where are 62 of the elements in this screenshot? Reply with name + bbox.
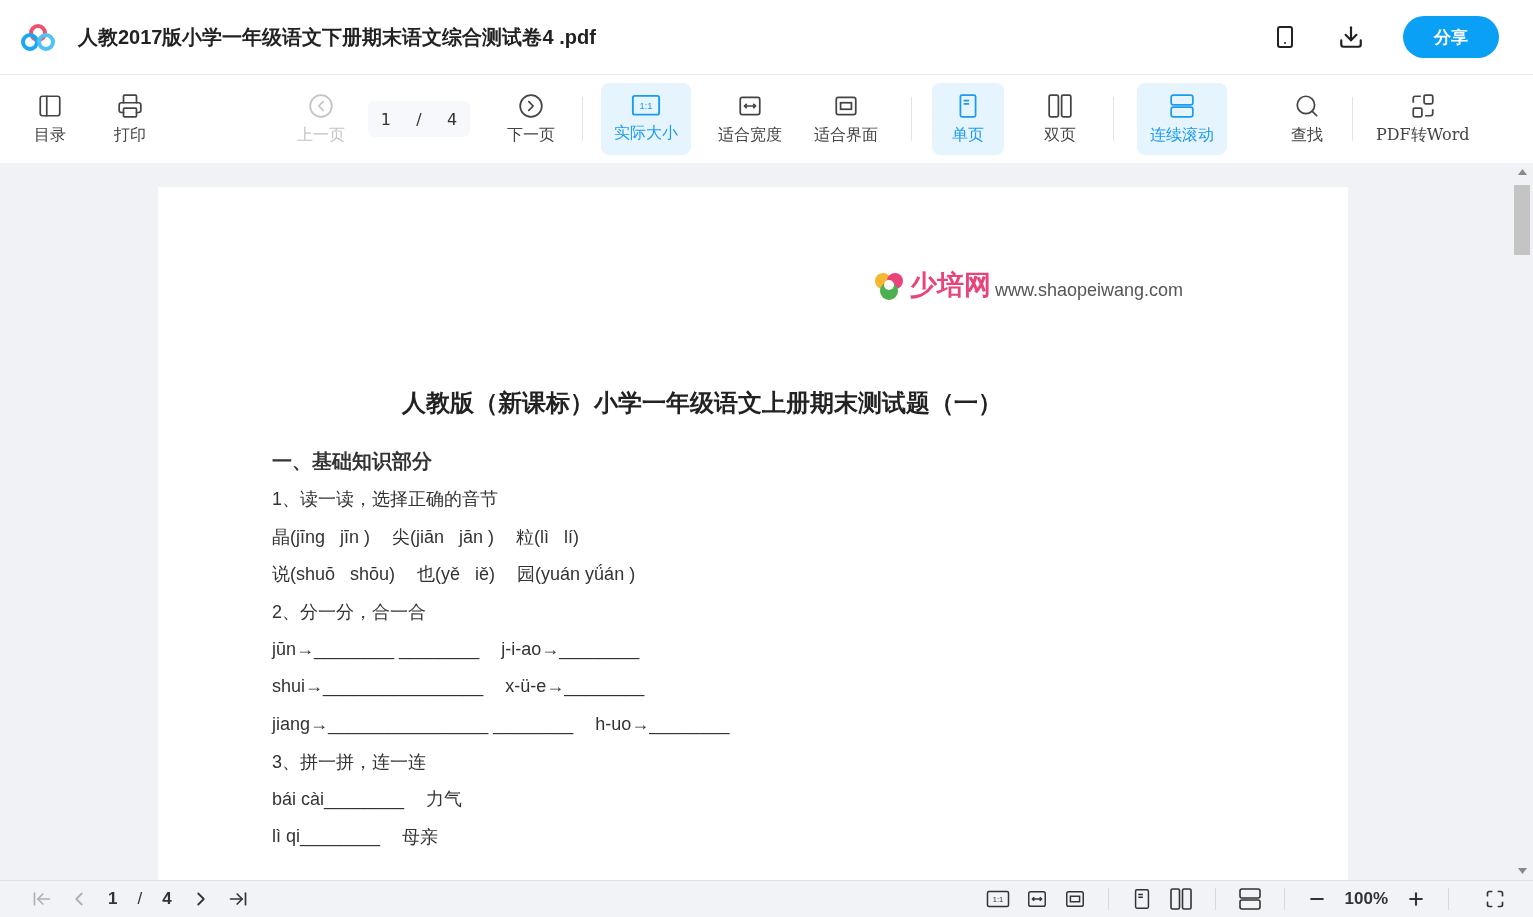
total-pages: 4 (162, 889, 172, 909)
logo-brand: 少培网 (910, 268, 991, 302)
cloud-logo-icon (20, 23, 56, 51)
zoom-level: 100% (1344, 889, 1388, 909)
toolbar-button[interactable]: 目录 (20, 83, 80, 155)
toolbar-button[interactable]: 适合宽度 (705, 83, 795, 155)
toolbar-button[interactable]: 查找 (1277, 83, 1337, 155)
toolbar-button[interactable]: 适合界面 (801, 83, 891, 155)
sidebar-icon (37, 92, 63, 119)
current-page: 1 (380, 109, 391, 129)
double-page-icon (1168, 887, 1193, 911)
exam-text: shui→________________ (272, 676, 484, 698)
document-title: 人教2017版小学一年级语文下册期末语文综合测试卷4 .pdf (78, 24, 597, 50)
exam-text: jūn→________ ________ (272, 638, 480, 660)
page-separator: / (416, 109, 422, 129)
fullscreen-icon[interactable] (1485, 889, 1505, 909)
logo-url: www.shaopeiwang.com (995, 280, 1184, 301)
exam-text: 母亲 (402, 825, 439, 849)
scroll-up-icon[interactable] (1517, 169, 1527, 175)
previous-icon (308, 92, 334, 119)
current-page: 1 (108, 889, 118, 909)
exam-text: jiang→________________ ________ (272, 713, 574, 735)
total-pages: 4 (447, 109, 458, 129)
last-page-icon[interactable] (227, 889, 248, 909)
exam-text: 力气 (426, 788, 463, 812)
printer-icon (117, 92, 143, 119)
exam-text: 粒(lì lí) (516, 525, 580, 549)
exam-text: 园(yuán yǘán ) (517, 563, 636, 587)
search-icon (1294, 92, 1320, 119)
actual-size-icon: 1:1 (985, 890, 1010, 908)
exam-text: x-ü-e→________ (505, 676, 645, 698)
continuous-scroll-icon (1237, 887, 1262, 911)
exam-text: h-uo→________ (595, 713, 730, 735)
exam-text: bái cài________ (272, 788, 405, 810)
fit-page-icon (1063, 888, 1086, 910)
exam-text: 也(yě iě) (417, 563, 496, 587)
zoom-in-icon[interactable] (1406, 889, 1426, 909)
section-heading: 一、基础知识部分 (272, 449, 432, 475)
page-indicator[interactable]: 1 / 4 (368, 101, 470, 137)
toolbar-button[interactable]: PDF转Word (1368, 83, 1478, 155)
scroll-thumb[interactable] (1514, 185, 1530, 255)
toolbar-button[interactable]: 打印 (100, 83, 160, 155)
exam-text: 说(shuō shōu) (272, 563, 396, 587)
exam-text: 2、分一分，合一合 (272, 600, 426, 624)
convert-icon (1409, 92, 1436, 119)
double-page-icon (1047, 92, 1073, 119)
exam-text: 晶(jīng jīn ) (272, 525, 371, 549)
toolbar-button[interactable]: 双页 (1030, 83, 1090, 155)
scroll-down-icon[interactable] (1517, 868, 1527, 874)
download-icon[interactable] (1337, 23, 1365, 51)
next-icon (518, 92, 544, 119)
toolbar-button[interactable]: 下一页 (498, 83, 564, 155)
exam-text: 3、拼一拼，连一连 (272, 750, 426, 774)
page-separator: / (137, 889, 143, 909)
fit-width-icon (1025, 888, 1048, 910)
exam-text: lì qi________ (272, 826, 381, 848)
continuous-scroll-icon (1169, 92, 1195, 119)
exam-text: 尖(jiān jān ) (392, 525, 495, 549)
exam-text: j-i-ao→________ (501, 638, 640, 660)
exam-text: 1、读一读，选择正确的音节 (272, 488, 498, 512)
exam-title: 人教版（新课标）小学一年级语文上册期末测试题（一） (402, 387, 1003, 419)
actual-size-icon: 1:1 (631, 94, 661, 117)
